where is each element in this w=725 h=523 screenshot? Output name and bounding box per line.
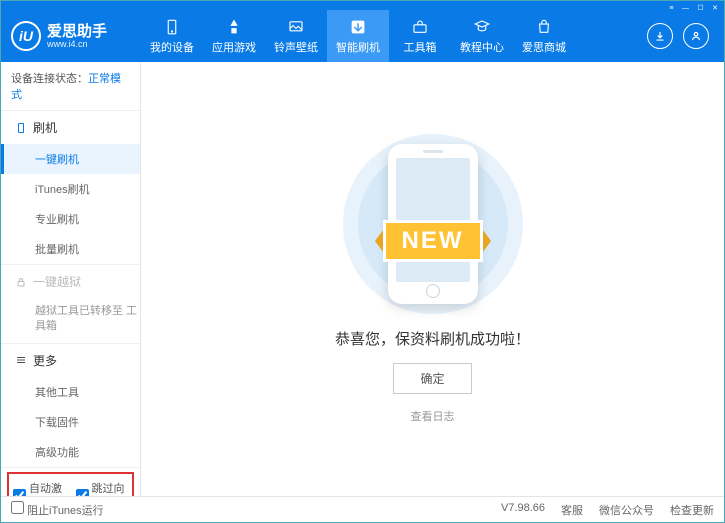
nav-store[interactable]: 爱思商城 bbox=[513, 10, 575, 62]
section-title: 更多 bbox=[33, 352, 57, 369]
titlebar: ≡ — ☐ ✕ bbox=[1, 1, 724, 10]
checkbox-label: 自动激活 bbox=[29, 480, 66, 496]
nav-flash[interactable]: 智能刷机 bbox=[327, 10, 389, 62]
new-ribbon: NEW bbox=[323, 220, 543, 262]
logo: iU 爱思助手 www.i4.cn bbox=[1, 21, 141, 51]
user-button[interactable] bbox=[683, 23, 709, 49]
nav-tutorials[interactable]: 教程中心 bbox=[451, 10, 513, 62]
service-link[interactable]: 客服 bbox=[561, 502, 583, 518]
sidebar-item-itunes[interactable]: iTunes刷机 bbox=[1, 174, 140, 204]
section-jailbreak-header: 一键越狱 bbox=[1, 265, 140, 298]
success-message: 恭喜您，保资料刷机成功啦！ bbox=[335, 328, 530, 349]
wechat-link[interactable]: 微信公众号 bbox=[599, 502, 654, 518]
section-title: 一键越狱 bbox=[33, 273, 81, 290]
app-window: ≡ — ☐ ✕ iU 爱思助手 www.i4.cn 我的设备 应用游戏 bbox=[0, 0, 725, 523]
header-right bbox=[647, 23, 724, 49]
toolbox-icon bbox=[411, 18, 429, 36]
nav-my-device[interactable]: 我的设备 bbox=[141, 10, 203, 62]
connection-status: 设备连接状态：正常模式 bbox=[1, 62, 140, 111]
ribbon-text: NEW bbox=[383, 220, 483, 262]
store-icon bbox=[535, 18, 553, 36]
update-link[interactable]: 检查更新 bbox=[670, 502, 714, 518]
illustration: NEW bbox=[323, 134, 543, 314]
body: 设备连接状态：正常模式 刷机 一键刷机 iTunes刷机 专业刷机 批量刷机 一… bbox=[1, 62, 724, 496]
checkbox-label: 跳过向导 bbox=[92, 480, 129, 496]
sidebar-item-advanced[interactable]: 高级功能 bbox=[1, 437, 140, 467]
section-more: 更多 其他工具 下载固件 高级功能 bbox=[1, 344, 140, 468]
flash-icon bbox=[349, 18, 367, 36]
section-more-header[interactable]: 更多 bbox=[1, 344, 140, 377]
sidebar-item-firmware[interactable]: 下载固件 bbox=[1, 407, 140, 437]
checkbox-row: 自动激活 跳过向导 bbox=[7, 472, 134, 496]
ok-button[interactable]: 确定 bbox=[393, 363, 471, 394]
view-log-link[interactable]: 查看日志 bbox=[411, 408, 455, 424]
nav-label: 智能刷机 bbox=[336, 39, 380, 55]
nav-label: 应用游戏 bbox=[212, 39, 256, 55]
section-title: 刷机 bbox=[33, 119, 57, 136]
nav-apps[interactable]: 应用游戏 bbox=[203, 10, 265, 62]
conn-label: 设备连接状态： bbox=[11, 73, 88, 85]
auto-activate-checkbox[interactable]: 自动激活 bbox=[13, 480, 66, 496]
nav: 我的设备 应用游戏 铃声壁纸 智能刷机 工具箱 教程中心 bbox=[141, 10, 575, 62]
section-flash-header[interactable]: 刷机 bbox=[1, 111, 140, 144]
statusbar: 阻止iTunes运行 V7.98.66 客服 微信公众号 检查更新 bbox=[1, 496, 724, 522]
block-itunes-checkbox[interactable]: 阻止iTunes运行 bbox=[11, 501, 104, 518]
menu-icon bbox=[15, 354, 27, 366]
sidebar-item-other[interactable]: 其他工具 bbox=[1, 377, 140, 407]
sidebar-item-batch[interactable]: 批量刷机 bbox=[1, 234, 140, 264]
version-label: V7.98.66 bbox=[501, 502, 545, 518]
nav-label: 爱思商城 bbox=[522, 39, 566, 55]
sidebar: 设备连接状态：正常模式 刷机 一键刷机 iTunes刷机 专业刷机 批量刷机 一… bbox=[1, 62, 141, 496]
phone-icon bbox=[15, 122, 27, 134]
nav-label: 教程中心 bbox=[460, 39, 504, 55]
tutorial-icon bbox=[473, 18, 491, 36]
apps-icon bbox=[225, 18, 243, 36]
logo-icon: iU bbox=[11, 21, 41, 51]
sidebar-item-pro[interactable]: 专业刷机 bbox=[1, 204, 140, 234]
logo-url: www.i4.cn bbox=[47, 39, 107, 49]
skip-guide-checkbox[interactable]: 跳过向导 bbox=[76, 480, 129, 496]
section-jailbreak: 一键越狱 越狱工具已转移至 工具箱 bbox=[1, 265, 140, 344]
logo-title: 爱思助手 bbox=[47, 24, 107, 39]
nav-label: 铃声壁纸 bbox=[274, 39, 318, 55]
nav-label: 我的设备 bbox=[150, 39, 194, 55]
main-content: NEW 恭喜您，保资料刷机成功啦！ 确定 查看日志 bbox=[141, 62, 724, 496]
header: iU 爱思助手 www.i4.cn 我的设备 应用游戏 铃声壁纸 智能刷机 bbox=[1, 10, 724, 62]
wallpaper-icon bbox=[287, 18, 305, 36]
nav-ringtones[interactable]: 铃声壁纸 bbox=[265, 10, 327, 62]
sidebar-item-oneclick[interactable]: 一键刷机 bbox=[1, 144, 140, 174]
section-flash: 刷机 一键刷机 iTunes刷机 专业刷机 批量刷机 bbox=[1, 111, 140, 265]
jailbreak-note: 越狱工具已转移至 工具箱 bbox=[1, 298, 140, 343]
device-icon bbox=[163, 18, 181, 36]
nav-label: 工具箱 bbox=[404, 39, 437, 55]
nav-toolbox[interactable]: 工具箱 bbox=[389, 10, 451, 62]
lock-icon bbox=[15, 276, 27, 288]
checkbox-label: 阻止iTunes运行 bbox=[27, 505, 104, 517]
download-button[interactable] bbox=[647, 23, 673, 49]
